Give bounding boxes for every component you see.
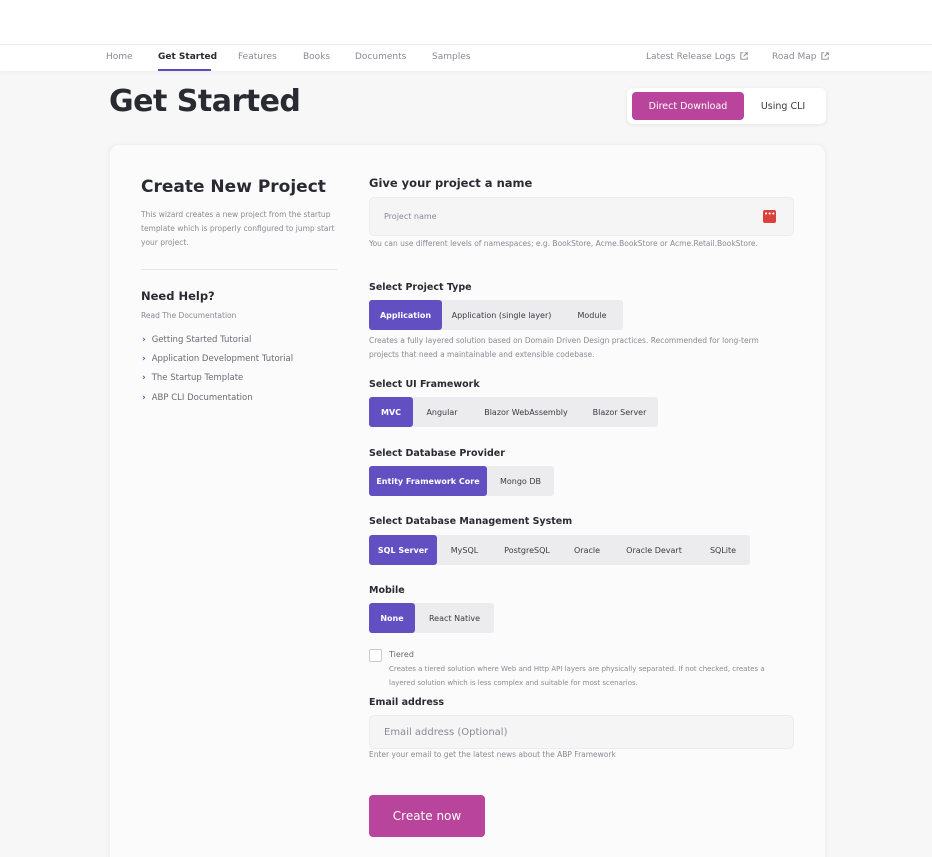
tiered-label: Tiered — [389, 650, 414, 659]
email-field — [369, 715, 794, 749]
help-link-getting-started[interactable]: › Getting Started Tutorial — [142, 335, 251, 345]
nav-release-logs-label: Latest Release Logs — [646, 52, 736, 62]
project-name-field: ••• — [369, 197, 794, 236]
option-entity-framework-core[interactable]: Entity Framework Core — [369, 466, 487, 496]
help-link-label: ABP CLI Documentation — [151, 393, 253, 403]
help-subtitle: Read The Documentation — [141, 311, 237, 320]
help-link-label: The Startup Template — [151, 373, 244, 383]
chevron-right-icon: › — [142, 335, 146, 345]
nav-home[interactable]: Home — [106, 52, 133, 62]
external-link-icon — [821, 52, 829, 60]
help-link-label: Application Development Tutorial — [151, 354, 294, 364]
option-react-native[interactable]: React Native — [415, 603, 494, 633]
project-name-input[interactable] — [370, 198, 793, 235]
chevron-right-icon: › — [142, 354, 146, 364]
option-blazor-server[interactable]: Blazor Server — [581, 397, 658, 427]
help-link-app-dev[interactable]: › Application Development Tutorial — [142, 354, 293, 364]
chevron-right-icon: › — [142, 393, 146, 403]
ui-framework-label: Select UI Framework — [369, 379, 480, 390]
tiered-description: Creates a tiered solution where Web and … — [389, 665, 765, 687]
help-title: Need Help? — [141, 289, 215, 303]
option-postgresql[interactable]: PostgreSQL — [492, 535, 562, 565]
option-sqlite[interactable]: SQLite — [696, 535, 750, 565]
password-manager-icon[interactable]: ••• — [763, 210, 776, 223]
dbms-selector: SQL Server MySQL PostgreSQL Oracle Oracl… — [369, 535, 750, 565]
wizard-description: This wizard creates a new project from t… — [141, 210, 335, 247]
left-divider — [141, 269, 337, 270]
top-banner — [0, 0, 932, 44]
option-application[interactable]: Application — [369, 300, 442, 330]
email-hint: Enter your email to get the latest news … — [369, 750, 616, 759]
option-mysql[interactable]: MySQL — [437, 535, 492, 565]
database-provider-selector: Entity Framework Core Mongo DB — [369, 466, 554, 496]
nav-features[interactable]: Features — [238, 52, 277, 62]
option-sql-server[interactable]: SQL Server — [369, 535, 437, 565]
help-link-startup-template[interactable]: › The Startup Template — [142, 373, 243, 383]
option-none[interactable]: None — [369, 603, 415, 633]
option-angular[interactable]: Angular — [413, 397, 471, 427]
option-oracle-devart[interactable]: Oracle Devart — [612, 535, 696, 565]
dbms-label: Select Database Management System — [369, 516, 573, 527]
nav-books[interactable]: Books — [303, 52, 330, 62]
project-type-hint: Creates a fully layered solution based o… — [369, 336, 759, 359]
nav-samples[interactable]: Samples — [432, 52, 470, 62]
project-name-label: Give your project a name — [369, 176, 533, 190]
project-type-label: Select Project Type — [369, 282, 472, 293]
mobile-selector: None React Native — [369, 603, 494, 633]
nav-road-map[interactable]: Road Map — [772, 52, 829, 62]
chevron-right-icon: › — [142, 373, 146, 383]
nav-release-logs[interactable]: Latest Release Logs — [646, 52, 749, 62]
external-link-icon — [740, 52, 749, 60]
help-link-cli-docs[interactable]: › ABP CLI Documentation — [142, 393, 253, 403]
tiered-checkbox[interactable] — [369, 649, 382, 662]
download-method-toggle: Direct Download Using CLI — [627, 88, 826, 124]
option-module[interactable]: Module — [561, 300, 623, 330]
option-blazor-webassembly[interactable]: Blazor WebAssembly — [471, 397, 581, 427]
email-label: Email address — [369, 697, 445, 708]
ui-framework-selector: MVC Angular Blazor WebAssembly Blazor Se… — [369, 397, 658, 427]
nav-road-map-label: Road Map — [772, 52, 817, 62]
wizard-title: Create New Project — [141, 177, 326, 197]
email-input[interactable] — [370, 716, 793, 748]
create-now-button[interactable]: Create now — [369, 795, 485, 837]
option-application-single-layer[interactable]: Application (single layer) — [442, 300, 561, 330]
nav-documents[interactable]: Documents — [355, 52, 406, 62]
option-mvc[interactable]: MVC — [369, 397, 413, 427]
mobile-label: Mobile — [369, 585, 405, 596]
nav-get-started[interactable]: Get Started — [158, 52, 217, 62]
page-title: Get Started — [109, 84, 301, 119]
database-provider-label: Select Database Provider — [369, 448, 505, 459]
using-cli-button[interactable]: Using CLI — [748, 92, 818, 120]
nav-active-indicator — [158, 69, 211, 71]
help-link-label: Getting Started Tutorial — [151, 335, 252, 345]
direct-download-button[interactable]: Direct Download — [632, 92, 744, 120]
project-type-selector: Application Application (single layer) M… — [369, 300, 623, 330]
option-mongo-db[interactable]: Mongo DB — [487, 466, 554, 496]
option-oracle[interactable]: Oracle — [562, 535, 612, 565]
project-name-hint: You can use different levels of namespac… — [369, 239, 758, 248]
main-navbar: Home Get Started Features Books Document… — [0, 44, 932, 71]
